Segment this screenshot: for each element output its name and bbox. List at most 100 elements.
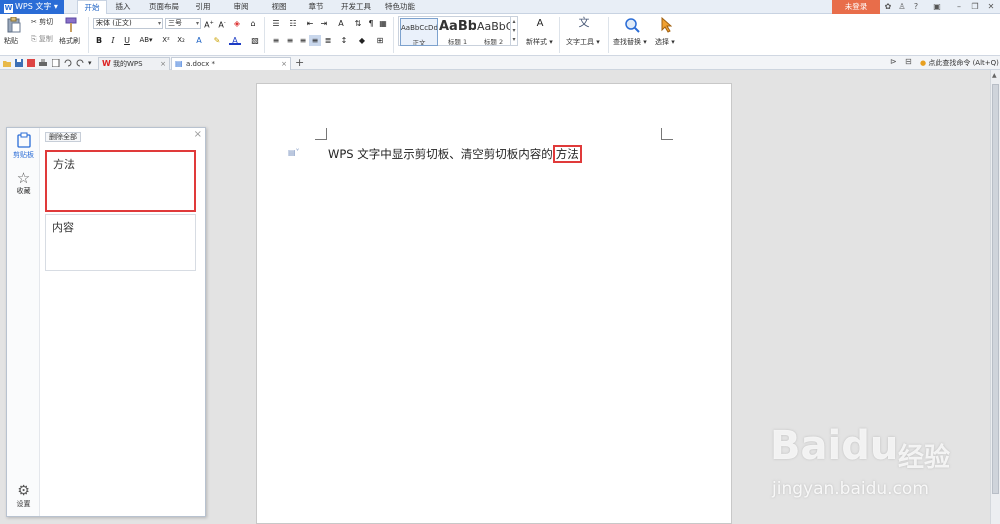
justify-icon[interactable]: ≡ [309,35,321,46]
nav-icon[interactable]: ⊳ [890,57,897,66]
tab-special[interactable]: 特色功能 [382,0,418,14]
line-spacing-icon[interactable]: ↕ [338,35,350,46]
subscript-icon[interactable]: X₂ [175,35,187,46]
skin-icon[interactable]: ✿ [883,2,893,12]
style-scroll-icon[interactable]: ▴ ▾ ▾ [510,17,517,45]
save-icon[interactable] [15,59,23,67]
new-style-button[interactable]: 新样式 ▾ [526,37,553,47]
align-center-icon[interactable]: ≡ [284,35,296,46]
find-replace-icon[interactable] [624,17,640,33]
close-panel-icon[interactable]: × [194,129,202,140]
clear-format-icon[interactable]: ◈ [231,18,243,29]
maximize-icon[interactable]: ❐ [970,2,980,12]
document-icon: ▤ [175,59,183,68]
divider [608,17,609,53]
close-window-icon[interactable]: ✕ [986,2,996,12]
format-painter-button[interactable]: 格式刷 [59,36,80,46]
clipboard-item[interactable]: 方法 [45,150,196,212]
margin-mark [315,128,327,140]
style-heading-1[interactable]: AaBb 标题 1 [439,18,476,46]
shirt-icon[interactable]: ♙ [897,2,907,12]
login-button[interactable]: 未登录 [832,0,880,14]
watermark-url: jingyan.baidu.com [772,479,929,499]
underline-icon[interactable]: U [121,35,133,46]
text-tools-button[interactable]: 文字工具 ▾ [566,37,600,47]
show-marks-icon[interactable]: ¶ [365,18,377,29]
increase-indent-icon[interactable]: ⇥ [318,18,330,29]
close-tab-icon[interactable]: × [281,58,287,70]
align-right-icon[interactable]: ≡ [297,35,309,46]
sidebar-toggle-icon[interactable]: ⊟ [905,57,912,66]
distribute-icon[interactable]: ≣ [322,35,334,46]
shrink-font-icon[interactable]: A- [216,18,228,30]
select-button[interactable]: 选择 ▾ [655,37,675,47]
paste-icon[interactable] [7,17,21,33]
style-heading-2[interactable]: AaBbC 标题 2 [477,18,510,46]
restore-ribbon-icon[interactable]: ▣ [932,2,942,12]
text-effect-icon[interactable]: A [193,35,205,46]
close-tab-icon[interactable]: × [160,58,166,70]
shading-icon[interactable]: ◆ [356,35,368,46]
grow-font-icon[interactable]: A+ [203,18,215,30]
border-icon[interactable]: ⊞ [374,35,386,46]
tab-developer[interactable]: 开发工具 [338,0,374,14]
undo-icon[interactable] [64,59,72,67]
bullet-list-icon[interactable]: ☰ [270,18,282,29]
sidebar-item-settings[interactable]: ⚙ 设置 [7,484,40,509]
print-preview-icon[interactable] [52,59,60,67]
style-normal[interactable]: AaBbCcDd 正文 [400,18,438,46]
new-style-icon[interactable]: A [533,18,547,29]
tab-review[interactable]: 审阅 [228,0,254,14]
tab-section[interactable]: 章节 [303,0,329,14]
tab-my-wps[interactable]: W 我的WPS × [98,57,170,70]
tab-page-layout[interactable]: 页面布局 [145,0,183,14]
scroll-up-icon[interactable]: ▲ [992,72,997,79]
sidebar-item-favorites[interactable]: ☆ 收藏 [7,170,40,196]
redo-icon[interactable] [76,59,84,67]
tab-references[interactable]: 引用 [190,0,216,14]
chinese-layout-icon[interactable]: A [335,18,347,29]
format-painter-icon[interactable] [64,17,78,33]
print-icon[interactable] [39,59,47,67]
document-page[interactable]: ▤˅ WPS 文字中显示剪切板、清空剪切板内容的 方法 [256,83,732,524]
tab-home[interactable]: 开始 [77,0,107,15]
font-color-icon[interactable]: A [229,35,241,45]
select-cursor-icon[interactable] [660,17,672,33]
document-text-line[interactable]: WPS 文字中显示剪切板、清空剪切板内容的 方法 [328,145,582,163]
new-tab-icon[interactable]: + [295,56,304,69]
cut-button[interactable]: ✂ 剪切 [31,17,53,27]
tab-insert[interactable]: 插入 [110,0,136,14]
app-menu-button[interactable]: W WPS 文字 ▾ [0,0,64,14]
delete-all-button[interactable]: 删除全部 [45,132,81,142]
tab-view[interactable]: 视图 [266,0,292,14]
customize-icon[interactable]: ▾ [88,59,94,67]
sort-icon[interactable]: ⇅ [352,18,364,29]
help-icon[interactable]: ? [911,2,921,12]
paragraph-handle-icon[interactable]: ▤˅ [288,148,300,157]
table-icon[interactable]: ▦ [377,18,389,29]
margin-mark [661,128,673,140]
char-shading-icon[interactable]: ▧ [249,35,261,46]
phonetic-icon[interactable]: ⌂ [247,18,259,29]
font-size-select[interactable]: 三号 [165,18,201,29]
clipboard-item[interactable]: 内容 [45,214,196,271]
superscript-icon[interactable]: X² [160,35,172,46]
italic-icon[interactable]: I [107,35,119,46]
font-name-select[interactable]: 宋体 (正文) [93,18,163,29]
bold-icon[interactable]: B [93,35,105,46]
numbered-list-icon[interactable]: ☷ [287,18,299,29]
sidebar-item-clipboard[interactable]: 剪贴板 [7,132,40,160]
align-left-icon[interactable]: ≡ [270,35,282,46]
strikethrough-icon[interactable]: AB▾ [137,35,155,46]
copy-button[interactable]: ⎘ 复制 [31,34,53,44]
tab-document[interactable]: ▤ a.docx * × [171,57,291,70]
paste-button[interactable]: 粘贴 [4,36,18,46]
minimize-icon[interactable]: – [954,2,964,12]
highlight-icon[interactable]: ✎ [211,35,223,46]
export-pdf-icon[interactable] [27,59,35,67]
text-tools-icon[interactable]: 文 [576,17,592,28]
find-replace-button[interactable]: 查找替换 ▾ [613,37,647,47]
open-icon[interactable] [3,59,11,67]
decrease-indent-icon[interactable]: ⇤ [304,18,316,29]
command-search[interactable]: ● 点此查找命令 (Alt+Q) [920,56,999,70]
